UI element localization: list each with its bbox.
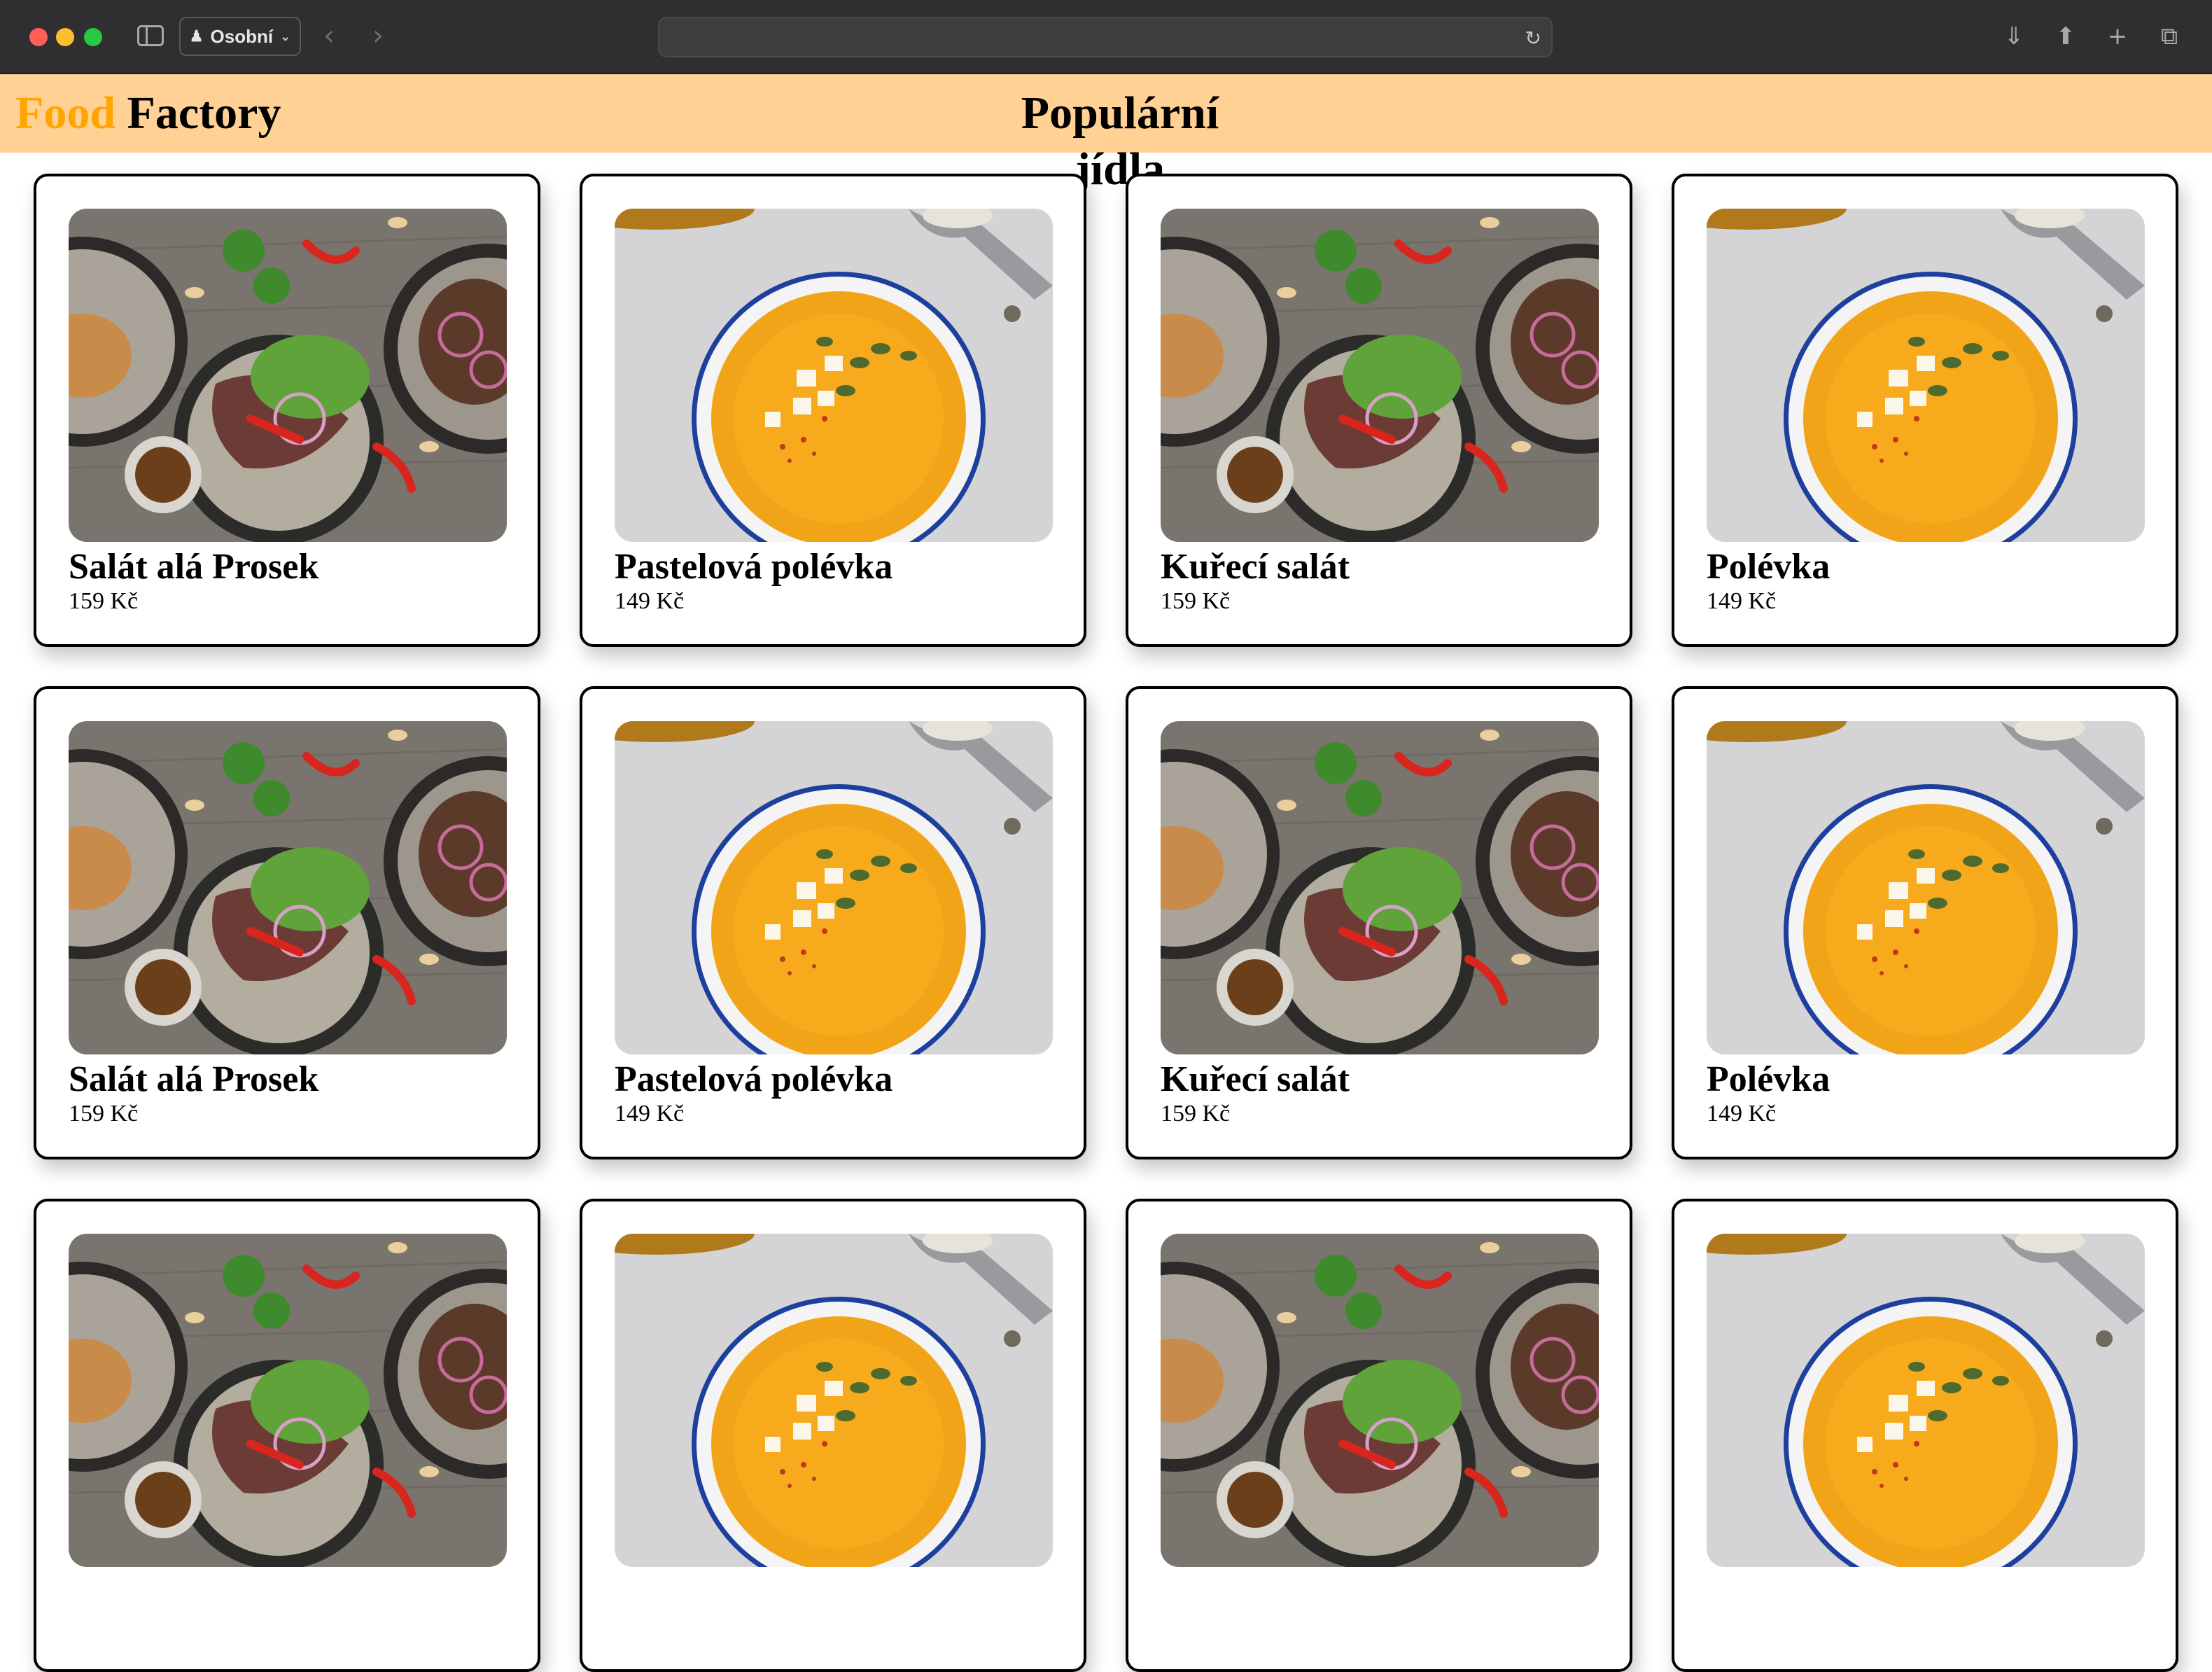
- dish-price: 159 Kč: [1161, 1101, 1231, 1127]
- dish-card[interactable]: Salát alá Prosek 159 Kč: [34, 174, 540, 647]
- dish-price: 149 Kč: [615, 1101, 685, 1127]
- fullscreen-window-button[interactable]: [84, 28, 102, 46]
- site-header: Food Factory Populární jídla: [0, 74, 2212, 195]
- dish-card[interactable]: Polévka 149 Kč: [1672, 686, 2178, 1159]
- dish-name: Kuřecí salát: [1161, 547, 1350, 587]
- dish-card[interactable]: Salát alá Prosek 159 Kč: [34, 686, 540, 1159]
- dish-card[interactable]: [1126, 1199, 1632, 1672]
- dish-card[interactable]: Kuřecí salát 159 Kč: [1126, 686, 1632, 1159]
- new-tab-icon[interactable]: +: [2102, 21, 2133, 52]
- soup-photo[interactable]: [1707, 209, 2145, 542]
- dish-grid: Salát alá Prosek 159 Kč Pastelová polévka 1…: [34, 174, 2178, 1672]
- reload-icon[interactable]: ↻: [1525, 27, 1541, 50]
- dish-price: 159 Kč: [69, 1101, 139, 1127]
- forward-arrow-icon[interactable]: ›: [372, 18, 384, 53]
- dish-name: Kuřecí salát: [1161, 1059, 1350, 1099]
- share-icon[interactable]: ⬆: [2050, 21, 2081, 52]
- tab-overview-icon[interactable]: ⧉: [2154, 21, 2185, 52]
- profile-label: Osobní: [210, 25, 274, 47]
- dish-card[interactable]: [34, 1199, 540, 1672]
- dish-card[interactable]: Kuřecí salát 159 Kč: [1126, 174, 1632, 647]
- logo-food-text: Food: [15, 88, 116, 139]
- address-bar[interactable]: ↻: [658, 17, 1553, 57]
- dish-name: Salát alá Prosek: [69, 547, 319, 587]
- salad-photo[interactable]: [69, 721, 507, 1054]
- dish-price: 159 Kč: [1161, 588, 1231, 614]
- person-icon: ♟: [189, 27, 204, 45]
- dish-name: Pastelová polévka: [615, 547, 893, 587]
- salad-photo[interactable]: [69, 1234, 507, 1567]
- downloads-icon[interactable]: ⇓: [1998, 21, 2029, 52]
- dish-name: Polévka: [1707, 1059, 1830, 1099]
- salad-photo[interactable]: [1161, 721, 1599, 1054]
- dish-card[interactable]: [580, 1199, 1086, 1672]
- profile-button[interactable]: ♟ Osobní ⌄: [179, 17, 301, 56]
- sidebar-toggle-icon[interactable]: [137, 25, 164, 46]
- dish-price: 159 Kč: [69, 588, 139, 614]
- soup-photo[interactable]: [615, 1234, 1053, 1567]
- logo-factory-text: Factory: [127, 88, 281, 139]
- dish-card[interactable]: [1672, 1199, 2178, 1672]
- dish-name: Pastelová polévka: [615, 1059, 893, 1099]
- chevron-down-icon: ⌄: [280, 29, 291, 43]
- close-window-button[interactable]: [29, 28, 48, 46]
- browser-toolbar: ♟ Osobní ⌄ ‹ › ↻ ⇓ ⬆ + ⧉: [0, 0, 2212, 74]
- back-arrow-icon[interactable]: ‹: [323, 18, 335, 53]
- minimize-window-button[interactable]: [56, 28, 74, 46]
- dish-name: Polévka: [1707, 547, 1830, 587]
- soup-photo[interactable]: [1707, 721, 2145, 1054]
- dish-price: 149 Kč: [1707, 588, 1777, 614]
- soup-photo[interactable]: [1707, 1234, 2145, 1567]
- soup-photo[interactable]: [615, 721, 1053, 1054]
- salad-photo[interactable]: [1161, 1234, 1599, 1567]
- site-logo[interactable]: Food Factory: [15, 85, 281, 141]
- salad-photo[interactable]: [69, 209, 507, 542]
- dish-card[interactable]: Pastelová polévka 149 Kč: [580, 686, 1086, 1159]
- salad-photo[interactable]: [1161, 209, 1599, 542]
- dish-price: 149 Kč: [615, 588, 685, 614]
- dish-name: Salát alá Prosek: [69, 1059, 319, 1099]
- dish-price: 149 Kč: [1707, 1101, 1777, 1127]
- dish-card[interactable]: Polévka 149 Kč: [1672, 174, 2178, 647]
- dish-card[interactable]: Pastelová polévka 149 Kč: [580, 174, 1086, 647]
- soup-photo[interactable]: [615, 209, 1053, 542]
